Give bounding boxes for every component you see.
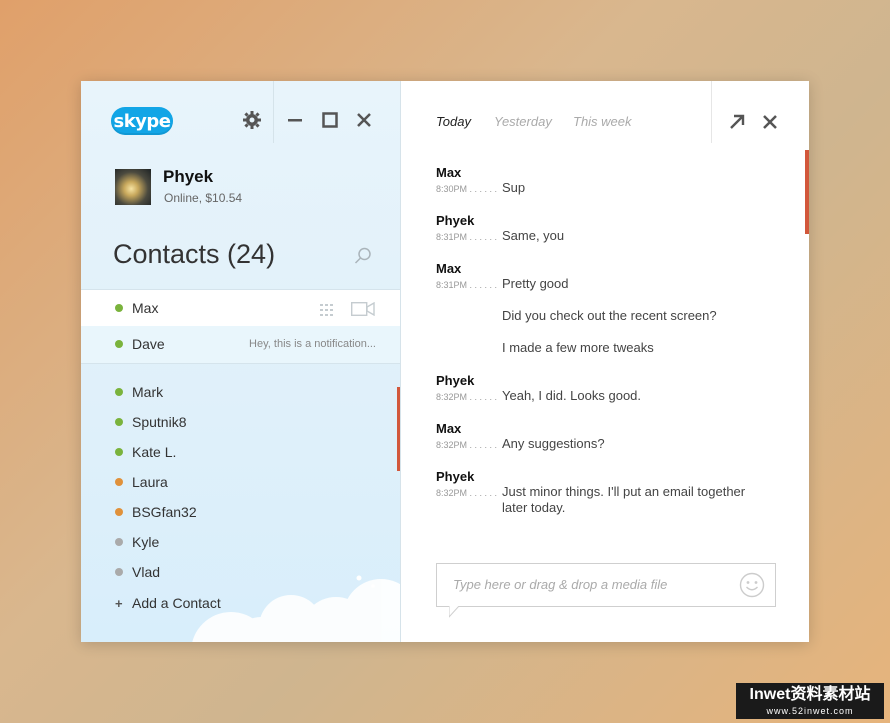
contact-item[interactable]: Kyle [115,534,159,550]
video-call-icon[interactable] [350,301,375,317]
message-text: Any suggestions? [502,436,605,451]
message-sender: Phyek [436,469,475,484]
contact-name: Dave [132,336,165,352]
status-dot [115,448,123,456]
tab-today[interactable]: Today [436,114,471,129]
status-dot [115,508,123,516]
message-text: Yeah, I did. Looks good. [502,388,642,403]
avatar[interactable] [115,169,151,205]
skype-logo: skype [111,107,173,135]
status-dot [115,388,123,396]
notification-text: Hey, this is a notification... [249,338,376,350]
message-sender: Phyek [436,213,475,228]
message-time: 8:31PM . . . . . . [436,232,498,242]
emoticon-icon[interactable] [739,572,765,598]
message-text: Just minor things. I'll put an email tog… [502,484,746,515]
message-sender: Max [436,165,462,180]
contact-name: Kyle [132,534,160,550]
contact-row-selected[interactable]: Max [81,289,400,328]
message-text: Did you check out the recent screen? [502,308,717,323]
message-text: I made a few more tweaks [502,340,654,355]
status-dot [115,418,123,426]
message-text: Sup [502,180,526,195]
minimize-icon[interactable] [282,107,308,133]
maximize-icon[interactable] [317,107,343,133]
close-window-icon[interactable] [351,107,377,133]
search-icon[interactable] [353,246,373,266]
message-sender: Max [436,421,462,436]
contact-name: Max [132,300,159,316]
contact-name: Laura [132,474,168,490]
settings-gear-icon[interactable] [239,107,265,133]
message-time: 8:31PM . . . . . . [436,280,498,290]
input-tail [449,606,460,618]
message-time: 8:32PM . . . . . . [436,488,498,498]
status-dot [115,478,123,486]
skype-window: skype Phyek Online, $10.54 Contacts (24)… [81,81,809,642]
message-text: Pretty good [502,276,569,291]
contact-name: Sputnik8 [132,414,187,430]
message-sender: Phyek [436,373,475,388]
contact-name: Kate L. [132,444,177,460]
watermark: Inwet资料素材站 www.52inwet.com [736,683,884,719]
header-divider [273,81,274,143]
contact-name: Mark [132,384,164,400]
close-chat-icon[interactable] [759,111,781,133]
message-input-box[interactable] [436,563,776,618]
profile-name[interactable]: Phyek [163,167,213,187]
message-sender: Max [436,261,462,276]
header-divider [711,81,712,143]
contacts-scrollbar[interactable] [397,387,400,471]
contact-item[interactable]: Mark [115,384,163,400]
chat-panel: Today Yesterday This week Max 8:30PM . .… [401,81,809,642]
message-time: 8:32PM . . . . . . [436,440,498,450]
status-dot [115,304,123,312]
chat-scrollbar[interactable] [805,150,809,234]
contact-item[interactable]: Kate L. [115,444,176,460]
contact-row-notification[interactable]: Dave Hey, this is a notification... [81,326,400,364]
tab-this-week[interactable]: This week [573,114,632,129]
popout-arrow-icon[interactable] [726,111,748,133]
contact-item: Max [115,300,158,316]
watermark-title: Inwet资料素材站 [749,686,871,703]
contacts-title: Contacts (24) [113,239,276,269]
message-text: Same, you [502,228,565,243]
contacts-panel: skype Phyek Online, $10.54 Contacts (24)… [81,81,401,642]
profile-status: Online, $10.54 [164,191,243,205]
message-input[interactable] [451,576,725,593]
contact-name: BSGfan32 [132,504,197,520]
watermark-url: www.52inwet.com [766,706,854,716]
contact-item[interactable]: Laura [115,474,168,490]
status-dot [115,340,123,348]
status-dot [115,538,123,546]
tab-yesterday[interactable]: Yesterday [494,114,552,129]
contact-item[interactable]: Sputnik8 [115,414,186,430]
clouds-decoration [192,575,400,642]
contact-item: Dave [115,336,165,352]
message-time: 8:30PM . . . . . . [436,184,498,194]
message-time: 8:32PM . . . . . . [436,392,498,402]
contact-item[interactable]: BSGfan32 [115,504,197,520]
dialpad-icon[interactable] [320,303,334,316]
